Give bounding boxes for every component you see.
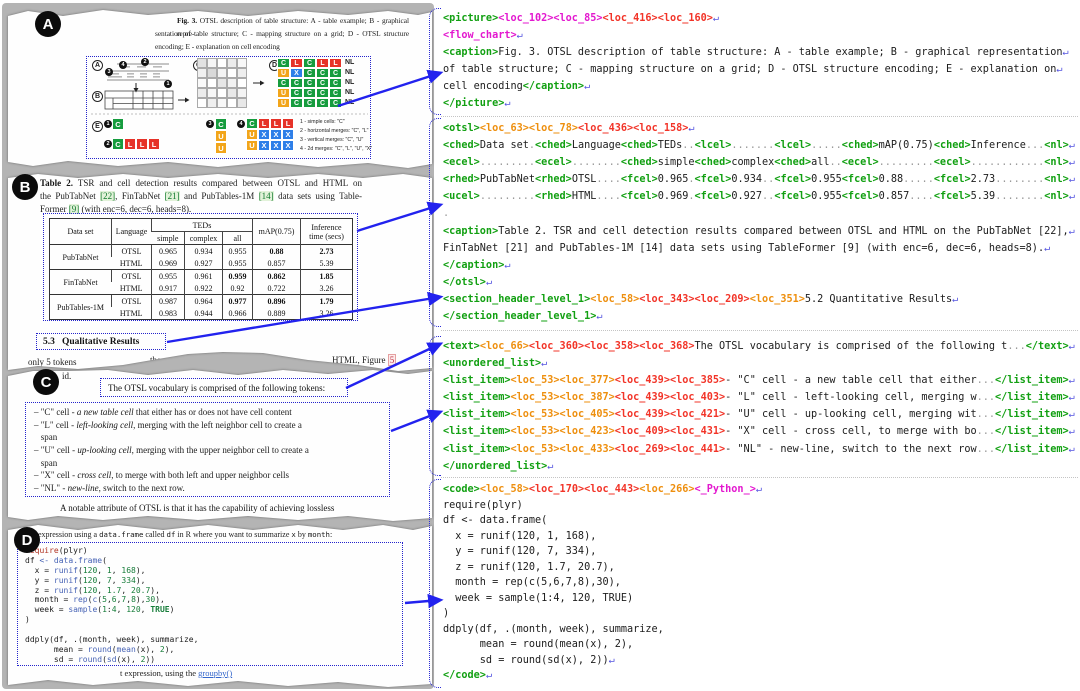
code-block: <code><loc_58><loc_170><loc_443><loc_266… [443,482,762,684]
circled-number-icon: 2 [104,140,112,148]
vocab-sentence-box: The OTSL vocabulary is comprised of the … [100,378,348,397]
torn-text-fragment: id. [62,370,71,383]
notable-attribute-line: A notable attribute of OTSL is that it h… [60,503,334,514]
table-2: Data setLanguageTEDsmAP(0.75)Inferenceti… [49,218,353,320]
snippet-c-wrap: id. The OTSL vocabulary is comprised of … [8,366,432,522]
cell-encoding-legend-line: 4 - 2d merges: "C", "L", "U", "X" [300,146,372,152]
otsl-token-list-box: – "C" cell - a new table cell that eithe… [25,402,390,497]
fig3-caption-line: sentation of table structure; C - mappin… [155,27,409,40]
cell-encoding-legend-line: 2 - horizontal merges: "C", "L" [300,128,369,134]
circled-number-icon: 4 [237,120,245,128]
table2-annotation-box: Data setLanguageTEDsmAP(0.75)Inferenceti… [43,213,358,321]
badge-d: D [14,527,40,553]
badge-b: B [12,174,38,200]
block-bracket [429,118,441,327]
snippet-b-wrap: Table 2. TSR and cell detection results … [8,172,432,374]
paper-figure-root: Fig. 3. OTSL description of table struct… [0,0,1080,691]
snippet-d: expression using a data.frame called df … [8,522,432,688]
picture-block: <picture><loc_102><loc_85><loc_416><loc_… [443,10,1069,113]
circled-number-icon: 3 [105,68,113,76]
circled-number-icon: 3 [206,120,214,128]
otsl-diagram: ABCDE1234CLCLLNLUXCCCNLCCCCCNLUCCCCNLUCC… [86,56,371,159]
circled-number-icon: 2 [141,58,149,66]
cell-encoding-legend-line: 1 - simple cells: "C" [300,119,345,125]
text-list-block: <text><loc_66><loc_360><loc_358><loc_368… [443,338,1075,475]
badge-a: A [35,11,61,37]
fig3-caption-line: encoding; E - explanation on cell encodi… [155,40,280,53]
torn-text-fragment: t expression, using the groupby() [120,668,232,679]
block-separator [441,116,1078,117]
snippet-a-wrap: Fig. 3. OTSL description of table struct… [8,8,432,170]
circled-number-icon: 1 [164,80,172,88]
results-table: Data setLanguageTEDsmAP(0.75)Inferenceti… [49,218,353,320]
section-5-3-header-box: 5.3 Qualitative Results [36,333,166,350]
otsl-block: <otsl><loc_63><loc_78><loc_436><loc_158>… [443,120,1075,325]
circled-number-icon: 1 [104,120,112,128]
diagram-sublabel-e: E [92,121,103,132]
doctags-panel: <picture><loc_102><loc_85><loc_416><loc_… [436,0,1080,691]
snippet-d-wrap: expression using a data.frame called df … [8,522,432,688]
block-bracket [429,8,441,115]
block-bracket [429,336,441,476]
circled-number-icon: 4 [119,61,127,69]
block-separator [441,330,1078,331]
code-intro-line: expression using a data.frame called df … [38,529,332,540]
diagram-sublabel-a: A [92,60,103,71]
diagram-sublabel-b: B [92,91,103,102]
table2-caption-line: Table 2. TSR and cell detection results … [40,177,362,190]
block-bracket [429,479,441,688]
block-separator [441,477,1078,478]
badge-c: C [33,369,59,395]
cell-encoding-legend-line: 3 - vertical merges: "C", "U" [300,137,363,143]
snippet-c: id. The OTSL vocabulary is comprised of … [8,366,432,522]
snippet-a: Fig. 3. OTSL description of table struct… [8,8,432,170]
snippet-b: Table 2. TSR and cell detection results … [8,172,432,374]
r-code-box: require(plyr)df <- data.frame( x = runif… [17,542,403,666]
table2-caption-line: the PubTabNet [22], FinTabNet [21] and P… [40,190,362,203]
